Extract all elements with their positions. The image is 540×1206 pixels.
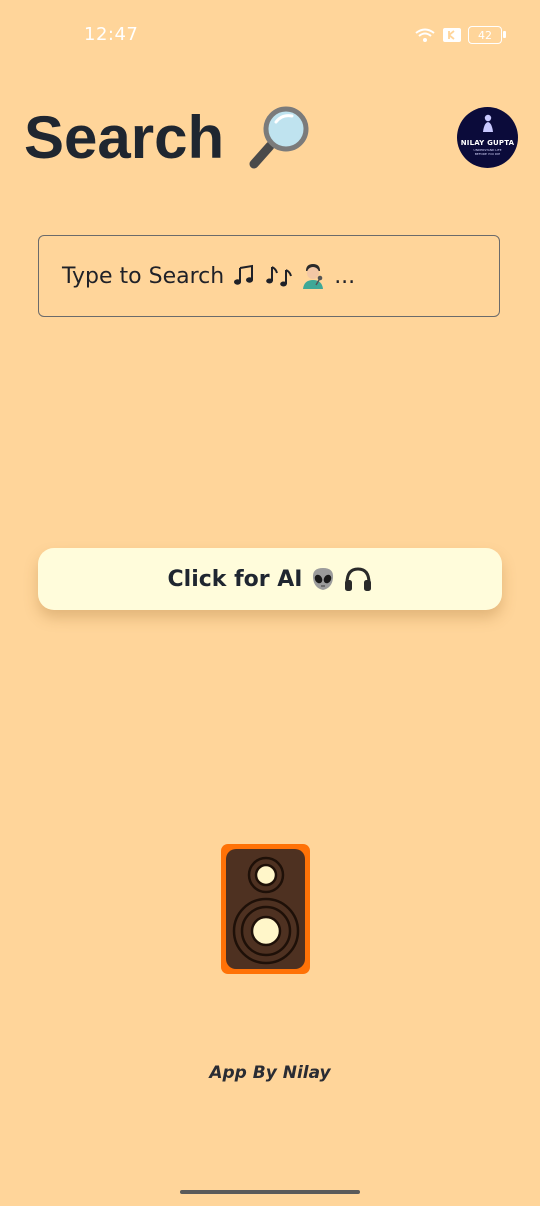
silhouette-icon [479, 113, 497, 138]
wifi-icon [414, 27, 436, 43]
battery-level: 42 [478, 28, 492, 42]
alien-icon [310, 566, 336, 592]
headphones-icon [344, 566, 372, 592]
magnifier-icon [244, 102, 314, 172]
musical-note-icon [232, 264, 256, 288]
speaker-icon [221, 844, 310, 974]
status-time: 12:47 [84, 24, 139, 45]
ai-button-label: Click for AI [167, 566, 303, 592]
search-input[interactable]: Type to Search ... [38, 235, 500, 317]
k-icon [442, 27, 462, 43]
footer-credit: App By Nilay [209, 1063, 331, 1083]
search-placeholder: Type to Search ... [62, 263, 355, 289]
page-title: Search [24, 102, 314, 172]
home-indicator[interactable] [180, 1190, 360, 1194]
page-title-text: Search [24, 103, 225, 171]
status-icons: 42 [414, 26, 506, 44]
avatar[interactable]: NILAY GUPTA UNDERSTAND LIFE BEFORE YOU D… [457, 107, 518, 168]
status-bar: 12:47 42 [0, 0, 540, 70]
search-ellipsis: ... [334, 263, 356, 289]
singer-icon [300, 263, 326, 289]
musical-notes-icon [264, 264, 293, 288]
avatar-name: NILAY GUPTA [460, 139, 515, 147]
search-placeholder-text: Type to Search [62, 263, 225, 289]
battery-icon: 42 [468, 26, 506, 44]
ai-button[interactable]: Click for AI [38, 548, 502, 610]
avatar-subtext: UNDERSTAND LIFE BEFORE YOU DIE [473, 148, 502, 156]
